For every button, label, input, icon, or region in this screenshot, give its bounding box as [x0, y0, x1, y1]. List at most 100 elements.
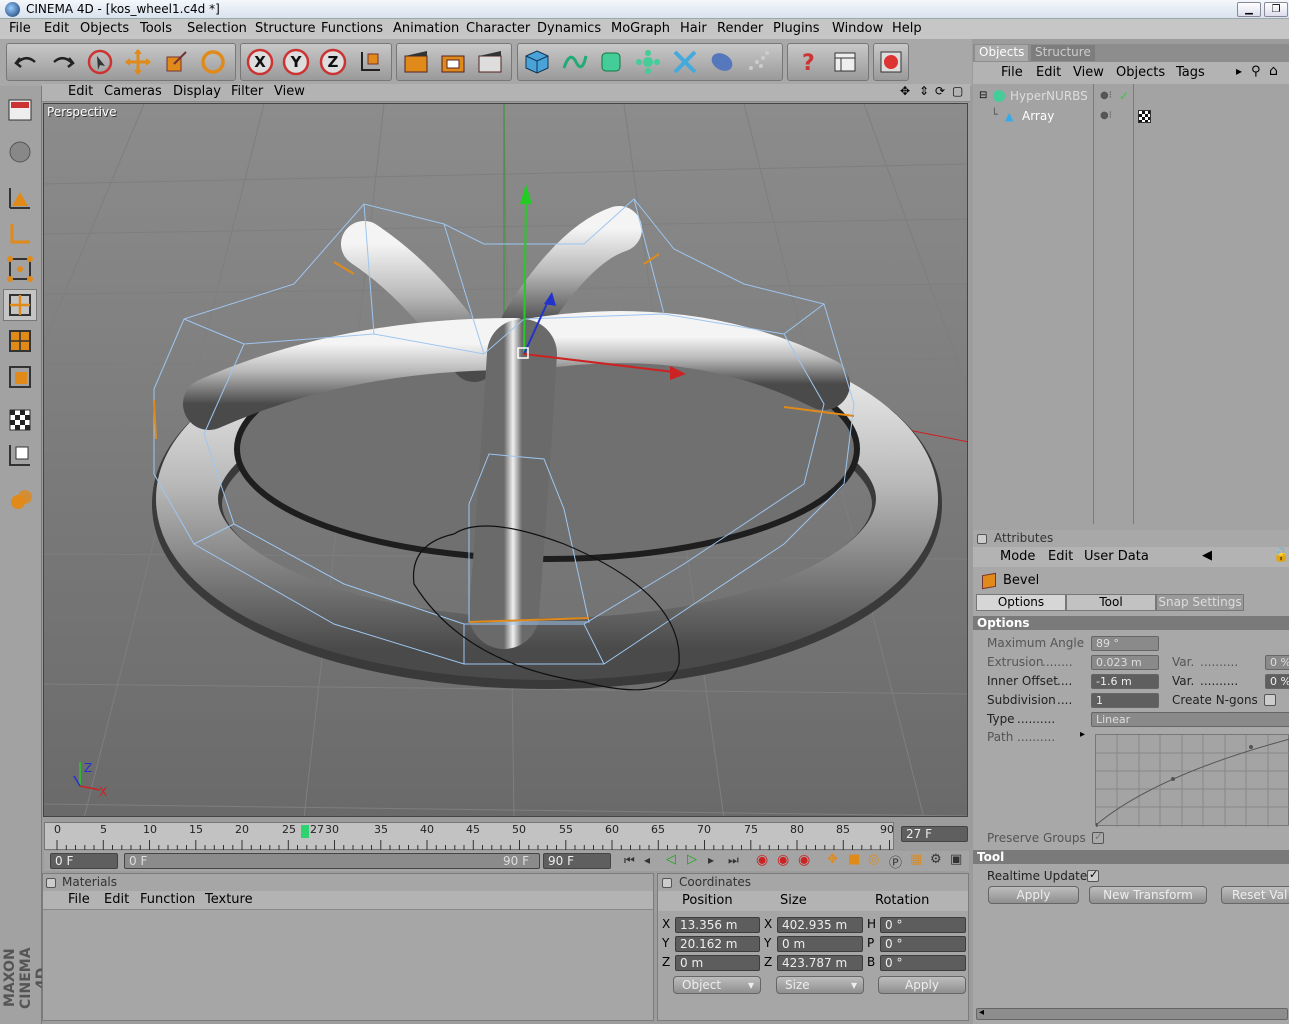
lock-icon[interactable]: 🔓: [1273, 548, 1289, 563]
path-expand-icon[interactable]: ▸: [1080, 729, 1085, 740]
range-slider[interactable]: 0 F 90 F: [124, 853, 540, 869]
menu-structure[interactable]: Structure: [255, 21, 315, 36]
texture-mode-icon[interactable]: [3, 404, 37, 436]
spline-icon[interactable]: [558, 46, 590, 78]
goto-start-icon[interactable]: ⏮: [624, 853, 635, 868]
workplane-icon[interactable]: [3, 439, 37, 471]
viewport-menu-filter[interactable]: Filter: [231, 84, 263, 99]
size-x-field[interactable]: 402.935 m: [777, 917, 863, 933]
menu-plugins[interactable]: Plugins: [773, 21, 820, 36]
viewport-zoom-icon[interactable]: ⇕: [919, 84, 929, 98]
key-pla-icon[interactable]: ▦: [910, 852, 922, 867]
render-view-icon[interactable]: [400, 46, 432, 78]
rotate-icon[interactable]: [197, 46, 229, 78]
menu-mograph[interactable]: MoGraph: [611, 21, 670, 36]
new-transform-button[interactable]: New Transform: [1089, 886, 1207, 904]
goto-end-icon[interactable]: ⏭: [728, 853, 739, 868]
object-axis-icon[interactable]: [3, 484, 37, 516]
extrusion-field[interactable]: 0.023 m: [1091, 655, 1159, 670]
viewport-menu-display[interactable]: Display: [173, 84, 221, 99]
menu-objects[interactable]: Objects: [80, 21, 129, 36]
live-selection-icon[interactable]: [84, 46, 116, 78]
viewport-layout-icon[interactable]: [3, 94, 37, 126]
end-frame-field[interactable]: 90 F: [543, 853, 611, 869]
model-tool-icon[interactable]: [3, 182, 37, 214]
search-icon[interactable]: ⚲: [1251, 64, 1261, 79]
home-icon[interactable]: ⌂: [1269, 63, 1278, 79]
menu-hair[interactable]: Hair: [680, 21, 707, 36]
y-axis-icon[interactable]: Y: [280, 46, 312, 78]
point-mode-icon[interactable]: [3, 253, 37, 285]
help-icon[interactable]: ?: [791, 46, 823, 78]
create-ngons-checkbox[interactable]: [1264, 694, 1276, 706]
pos-y-field[interactable]: 20.162 m: [675, 936, 760, 952]
menu-functions[interactable]: Functions: [321, 21, 383, 36]
menu-file[interactable]: File: [9, 21, 31, 36]
render-region-icon[interactable]: [437, 46, 469, 78]
timeline-layout-icon[interactable]: ▣: [950, 852, 962, 867]
key-position-icon[interactable]: ✥: [827, 852, 838, 867]
nurbs-icon[interactable]: [595, 46, 627, 78]
menu-render[interactable]: Render: [717, 21, 763, 36]
move-icon[interactable]: [122, 46, 154, 78]
minimize-icon[interactable]: ▁: [1237, 2, 1261, 17]
tree-collapse-icon[interactable]: ⊟: [979, 90, 987, 101]
objects-menu-file[interactable]: File: [1001, 65, 1023, 80]
world-coords-icon[interactable]: [354, 46, 386, 78]
interpolation-icon[interactable]: ⚙: [930, 852, 942, 867]
menu-selection[interactable]: Selection: [187, 21, 247, 36]
objects-menu-view[interactable]: View: [1073, 65, 1104, 80]
redo-icon[interactable]: [47, 46, 79, 78]
play-backward-icon[interactable]: ◁: [666, 852, 676, 867]
menu-dynamics[interactable]: Dynamics: [537, 21, 601, 36]
path-curve-graph[interactable]: [1094, 734, 1289, 827]
keyframe-selection-icon[interactable]: ◉: [798, 852, 810, 868]
menu-character[interactable]: Character: [466, 21, 530, 36]
render-picture-viewer-icon[interactable]: [474, 46, 506, 78]
menu-tools[interactable]: Tools: [140, 21, 172, 36]
menu-help[interactable]: Help: [892, 21, 922, 36]
attributes-menu-mode[interactable]: Mode: [1000, 549, 1035, 564]
realtime-update-checkbox[interactable]: ✓: [1087, 868, 1099, 882]
scene-icon[interactable]: [706, 46, 738, 78]
tab-tool[interactable]: Tool: [1066, 594, 1156, 611]
deformer-icon[interactable]: [669, 46, 701, 78]
tab-structure[interactable]: Structure: [1031, 45, 1095, 61]
inner-offset-field[interactable]: -1.6 m: [1091, 674, 1159, 689]
uv-mode-icon[interactable]: [3, 361, 37, 393]
subdivision-field[interactable]: 1: [1091, 693, 1159, 708]
timeline-playhead[interactable]: [301, 825, 309, 838]
viewport-move-icon[interactable]: ✥: [900, 84, 910, 98]
visibility-dots-icon[interactable]: ●⁝: [1100, 110, 1112, 121]
coord-apply-button[interactable]: Apply: [878, 976, 966, 994]
var-extrusion-field[interactable]: 0 %: [1265, 655, 1289, 670]
timeline-ruler[interactable]: 0 5 10 15 20 25 27 30 35 40 45 50 55 60 …: [44, 822, 894, 850]
objects-menu-more-icon[interactable]: ▸: [1236, 64, 1242, 78]
attributes-menu-edit[interactable]: Edit: [1048, 549, 1073, 564]
tab-objects[interactable]: Objects: [975, 45, 1029, 61]
perspective-viewport[interactable]: Z X Perspective: [43, 103, 968, 817]
polygon-mode-icon[interactable]: [3, 325, 37, 357]
scale-icon[interactable]: [160, 46, 192, 78]
materials-menu-edit[interactable]: Edit: [104, 892, 129, 907]
rot-p-field[interactable]: 0 °: [880, 936, 966, 952]
scroll-left-icon[interactable]: ◂: [979, 1007, 984, 1018]
play-forward-icon[interactable]: ▷: [687, 852, 697, 867]
menu-edit[interactable]: Edit: [44, 21, 69, 36]
x-axis-icon[interactable]: X: [244, 46, 276, 78]
record-icon[interactable]: ◉: [756, 852, 768, 868]
current-frame-field[interactable]: 27 F: [901, 826, 968, 842]
key-scale-icon[interactable]: ■: [848, 852, 860, 867]
z-axis-icon[interactable]: Z: [317, 46, 349, 78]
size-z-field[interactable]: 423.787 m: [777, 955, 863, 971]
array-icon[interactable]: [632, 46, 664, 78]
key-parameter-icon[interactable]: Ⓟ: [889, 852, 902, 871]
materials-menu-file[interactable]: File: [68, 892, 90, 907]
visibility-dots-icon[interactable]: ●⁝: [1100, 90, 1112, 101]
coord-mode-select[interactable]: Object ▾: [673, 976, 761, 994]
layout-icon[interactable]: [829, 46, 861, 78]
objects-menu-tags[interactable]: Tags: [1176, 65, 1205, 80]
objects-menu-objects[interactable]: Objects: [1116, 65, 1165, 80]
coord-size-select[interactable]: Size ▾: [776, 976, 864, 994]
pos-z-field[interactable]: 0 m: [675, 955, 760, 971]
